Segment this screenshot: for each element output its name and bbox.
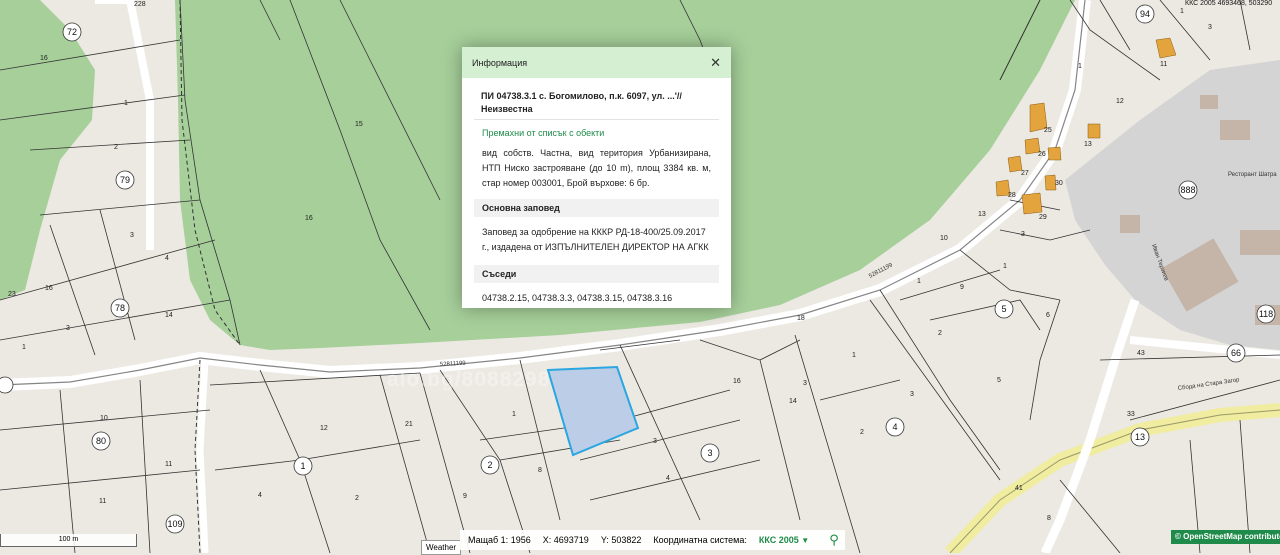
info-panel-header: Информация ✕ — [462, 47, 731, 78]
parcel-label: 16 — [40, 55, 48, 62]
parcel-label: 1 — [917, 278, 921, 285]
parcel-label: 3 — [66, 325, 70, 332]
neighbours-heading: Съседи — [474, 265, 719, 283]
parcel-label: 14 — [789, 398, 797, 405]
restaurant-label: Ресторант Шатра — [1228, 172, 1277, 178]
parcel-label: 25 — [1044, 127, 1052, 134]
parcel-label: 10 — [100, 415, 108, 422]
parcel-label: 3 — [653, 438, 657, 445]
parcel-label: 1 — [22, 344, 26, 351]
parcel-label: 3 — [1021, 231, 1025, 238]
y-coordinate-readout: Y: 503822 — [600, 535, 642, 545]
scale-readout: Мащаб 1: 1956 — [468, 535, 531, 545]
parcel-label: 11 — [99, 498, 106, 505]
neighbours-text: 04738.2.15, 04738.3.3, 04738.3.15, 04738… — [482, 293, 673, 303]
search-icon[interactable]: ⚲ — [829, 532, 839, 548]
parcel-label: 14 — [165, 312, 173, 319]
parcel-label: 1 — [512, 411, 516, 418]
parcel-label: 16 — [733, 378, 741, 385]
parcel-label: 228 — [134, 1, 146, 8]
order-heading: Основна заповед — [474, 199, 719, 217]
parcel-label: 4 — [258, 492, 262, 499]
parcel-label: 2 — [860, 429, 864, 436]
parcel-label: 1 — [124, 100, 128, 107]
circled-label: 66 — [1231, 348, 1241, 358]
top-coordinate-readout: ККС 2005 4693468, 503290 — [1185, 0, 1273, 7]
parcel-label: 43 — [1137, 350, 1145, 357]
parcel-label: 2 — [938, 330, 942, 337]
circled-label: 78 — [115, 303, 125, 313]
order-text: Заповед за одобрение на КККР РД-18-400/2… — [482, 227, 709, 252]
parcel-label: 10 — [940, 235, 948, 242]
parcel-label: 8 — [1047, 515, 1051, 522]
parcel-label: 1 — [1003, 263, 1007, 270]
parcel-label: 13 — [978, 211, 986, 218]
info-panel: Информация ✕ ПИ 04738.3.1 с. Богомилово,… — [462, 47, 731, 308]
parcel-label: 1 — [1180, 8, 1184, 15]
chevron-down-icon: ▼ — [801, 536, 810, 545]
parcel-title: ПИ 04738.3.1 с. Богомилово, п.к. 6097, у… — [474, 90, 719, 120]
parcel-label: 4 — [666, 475, 670, 482]
circled-label: 5 — [1001, 304, 1006, 314]
parcel-description: вид собств. Частна, вид територия Урбани… — [482, 148, 711, 188]
parcel-label: 30 — [1055, 180, 1063, 187]
parcel-label: 2 — [355, 495, 359, 502]
parcel-label: 2 — [114, 144, 118, 151]
crs-label: Координатна система: — [653, 535, 747, 545]
circled-label: 72 — [67, 27, 77, 37]
parcel-label: 3 — [1208, 24, 1212, 31]
parcel-label: 33 — [1127, 411, 1135, 418]
parcel-label: 1 — [1078, 63, 1082, 70]
osm-attribution[interactable]: © OpenStreetMap contributors — [1171, 530, 1280, 544]
parcel-label: 3 — [130, 232, 134, 239]
circled-label: 109 — [167, 519, 182, 529]
parcel-label: 12 — [320, 425, 328, 432]
parcel-label: 12 — [1116, 98, 1124, 105]
parcel-label: 9 — [463, 493, 467, 500]
circled-label: 80 — [96, 436, 106, 446]
parcel-label: 15 — [355, 121, 363, 128]
circled-label: 2 — [487, 460, 492, 470]
parcel-label: 13 — [1084, 141, 1092, 148]
circled-label: 1 — [300, 461, 305, 471]
parcel-label: 3 — [910, 391, 914, 398]
circled-label: 888 — [1180, 185, 1195, 195]
close-icon[interactable]: ✕ — [710, 55, 721, 71]
status-bar: Мащаб 1: 1956 X: 4693719 Y: 503822 Коорд… — [460, 530, 845, 550]
parcel-label: 9 — [960, 284, 964, 291]
scale-bar: 100 m — [0, 534, 137, 547]
parcel-label: 1 — [852, 352, 856, 359]
parcel-label: 11 — [165, 461, 172, 468]
parcel-label: 4 — [165, 255, 169, 262]
parcel-label: 26 — [1038, 151, 1046, 158]
x-coordinate-readout: X: 4693719 — [542, 535, 589, 545]
parcel-label: 16 — [305, 215, 313, 222]
parcel-label: 29 — [1039, 214, 1047, 221]
circled-label: 118 — [1259, 309, 1273, 319]
parcel-label: 3 — [803, 380, 807, 387]
parcel-label: 23 — [8, 291, 16, 298]
parcel-label: 28 — [1008, 192, 1016, 199]
watermark: alo.bg/8088298 — [387, 368, 551, 391]
parcel-label: 8 — [538, 467, 542, 474]
circled-label: 4 — [892, 422, 897, 432]
parcel-label: 6 — [1046, 312, 1050, 319]
circled-label: 13 — [1135, 432, 1145, 442]
parcel-label: 16 — [45, 285, 53, 292]
info-panel-title: Информация — [472, 57, 528, 68]
circled-label: 94 — [1140, 9, 1150, 19]
parcel-label: 41 — [1015, 485, 1023, 492]
crs-select[interactable]: ККС 2005 ▼ — [759, 535, 809, 545]
circled-label: 3 — [707, 448, 712, 458]
info-panel-body: ПИ 04738.3.1 с. Богомилово, п.к. 6097, у… — [462, 78, 731, 312]
parcel-label: 18 — [797, 315, 805, 322]
remove-from-list-link[interactable]: Премахни от списък с обекти — [474, 120, 719, 138]
parcel-label: 27 — [1021, 170, 1029, 177]
parcel-label: 11 — [1160, 61, 1167, 68]
circled-label: 79 — [120, 175, 130, 185]
parcel-label: 21 — [405, 421, 413, 428]
parcel-label: 5 — [997, 377, 1001, 384]
